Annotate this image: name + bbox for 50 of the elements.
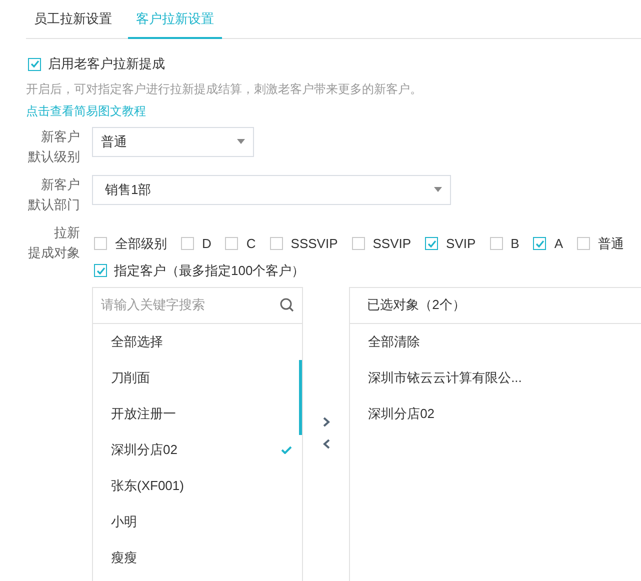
- list-item[interactable]: 瘦瘦: [93, 540, 302, 576]
- panel-title: 已选对象（2个）: [367, 296, 466, 314]
- checkbox[interactable]: [533, 237, 546, 250]
- scrollbar[interactable]: [299, 360, 302, 434]
- dropdown[interactable]: 普通: [92, 126, 254, 156]
- description: 开启后，可对指定客户进行拉新提成结算，刺激老客户带来更多的新客户。: [25, 81, 423, 98]
- checkbox-label: 全部级别: [115, 234, 167, 253]
- checkbox[interactable]: [577, 237, 590, 250]
- checkbox[interactable]: [94, 264, 107, 277]
- list-item[interactable]: 深圳分店02: [93, 432, 302, 468]
- list-item[interactable]: 小明: [93, 504, 302, 540]
- checkbox[interactable]: [425, 237, 438, 250]
- list-item[interactable]: 全部清除: [350, 324, 641, 360]
- field-label: 默认级别: [27, 148, 80, 166]
- checkbox-label: A: [554, 234, 564, 253]
- checkbox-label: SSSVIP: [290, 234, 338, 253]
- list-item[interactable]: 开放注册一: [93, 396, 302, 432]
- checkbox[interactable]: [352, 237, 365, 250]
- field-label: 提成对象: [27, 244, 80, 262]
- field-label: 拉新: [53, 224, 80, 242]
- dropdown[interactable]: 销售1部: [92, 174, 451, 204]
- caret-icon: [434, 187, 442, 192]
- field-label: 默认部门: [27, 196, 80, 214]
- list-item[interactable]: 全部选择: [93, 324, 302, 360]
- checkbox-label: SVIP: [446, 234, 476, 253]
- list-item[interactable]: 刀削面: [93, 360, 302, 396]
- chevron-right-icon[interactable]: [322, 416, 330, 426]
- checkbox-label: B: [510, 234, 520, 253]
- field-label: 新客户: [40, 176, 80, 194]
- chevron-left-icon[interactable]: [322, 438, 330, 448]
- field-label: 新客户: [40, 128, 80, 146]
- checkbox-label: C: [246, 234, 256, 253]
- checkbox-label: 普通: [598, 234, 624, 253]
- checkbox[interactable]: [490, 237, 503, 250]
- list-item[interactable]: 深圳分店02: [350, 396, 641, 432]
- checkbox[interactable]: [28, 58, 41, 70]
- checkbox[interactable]: [270, 237, 283, 250]
- checkbox-label: 指定客户（最多指定100个客户）: [114, 262, 305, 280]
- search-icon[interactable]: [280, 298, 294, 312]
- list-item[interactable]: 张东(XF001): [93, 468, 302, 504]
- checkbox-label: SSVIP: [372, 234, 412, 253]
- checkbox-label: 启用老客户拉新提成: [48, 55, 165, 74]
- checkbox[interactable]: [225, 237, 238, 250]
- search-field[interactable]: 请输入关键字搜索: [101, 295, 271, 315]
- checkbox[interactable]: [181, 237, 194, 250]
- caret-icon: [237, 139, 245, 144]
- checkbox-label: D: [202, 234, 212, 253]
- checkbox[interactable]: [94, 237, 107, 250]
- tab[interactable]: 员工拉新设置: [26, 0, 120, 38]
- list-item[interactable]: 深圳市铱云云计算有限公...: [350, 360, 641, 396]
